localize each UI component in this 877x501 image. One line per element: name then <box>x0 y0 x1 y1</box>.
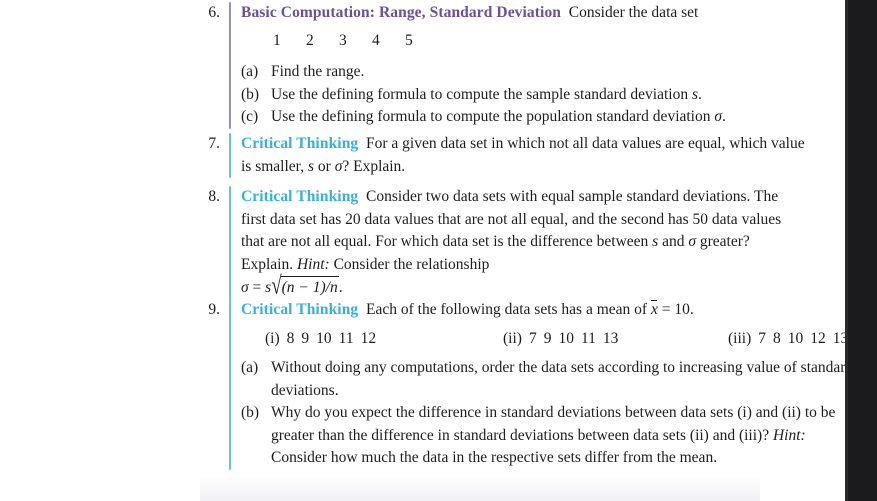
exercise-9-part-b: (b) Why do you expect the difference in s… <box>241 402 855 470</box>
exercise-6-parts: (a) Find the range. (b) Use the defining f… <box>241 61 796 129</box>
exercise-9-lead-label: Critical Thinking <box>241 301 359 318</box>
exercise-8-lead-label: Critical Thinking <box>241 188 359 205</box>
exercise-8-text: Critical Thinking Consider two data sets… <box>241 186 796 276</box>
exercise-7-lead-label: Critical Thinking <box>241 135 359 152</box>
part-marker: (b) <box>241 85 260 103</box>
scanned-textbook-page: 6. Basic Computation: Range, Standard De… <box>0 0 877 501</box>
exercise-9-body: Critical Thinking Each of the following … <box>241 299 855 470</box>
part-text: Find the range. <box>271 63 365 80</box>
exercise-9-body-1: Each of the following data sets has a me… <box>366 301 651 318</box>
dataset-value: 11 <box>580 329 596 347</box>
exercise-9-parts: (a) Without doing any computations, order… <box>241 357 855 470</box>
dataset-value: 10 <box>316 329 332 347</box>
dataset-value: 13 <box>602 329 619 347</box>
exercise-8-number: 8. <box>208 188 220 205</box>
exercise-8: 8. Critical Thinking Consider two data s… <box>196 186 796 300</box>
dataset-value: 9 <box>301 329 310 347</box>
exercise-6-part-c: (c) Use the defining formula to compute t… <box>241 106 796 129</box>
exercise-6-number: 6. <box>208 4 220 21</box>
exercise-9-part-a: (a) Without doing any computations, order… <box>241 357 855 402</box>
part-marker: (c) <box>241 108 259 125</box>
exercise-6-headline: Basic Computation: Range, Standard Devia… <box>241 2 796 25</box>
exercise-7-body: Critical Thinking For a given data set i… <box>241 133 806 178</box>
exercise-8-body-2: and <box>658 233 689 250</box>
square-root-expression: √(n − 1)/n <box>271 271 339 300</box>
exercise-7-text: Critical Thinking For a given data set i… <box>241 133 806 178</box>
symbol-sigma: σ <box>688 233 697 250</box>
part-text-tail: . <box>722 108 726 125</box>
exercise-7-body-3: ? Explain. <box>342 157 406 175</box>
part-text: Use the defining formula to compute the … <box>271 108 715 125</box>
exercise-9: 9. Critical Thinking Each of the followi… <box>196 299 853 470</box>
dataset-value: 7 <box>758 329 766 347</box>
formula-period: . <box>338 279 343 296</box>
exercise-6-dataset: 1 2 3 4 5 <box>241 30 796 53</box>
exercise-9-body-2: = 10. <box>657 301 694 318</box>
hint-label: Hint: <box>772 426 806 444</box>
part-text-tail: Consider how much the data in the respec… <box>271 449 718 466</box>
dataset-value: 7 <box>528 329 537 347</box>
exercise-9-datasets: (i) 8 9 10 11 12 (ii) 7 9 10 11 13 (iii) 7 8 10 12 13 <box>241 328 855 351</box>
dataset-value: 11 <box>338 329 354 347</box>
exercise-9-headline: Critical Thinking Each of the following … <box>241 299 855 322</box>
dataset-value: 9 <box>543 329 552 347</box>
exercise-6-rule <box>229 2 231 129</box>
dataset-value: 10 <box>558 329 574 347</box>
exercise-column: 6. Basic Computation: Range, Standard De… <box>0 0 853 501</box>
dataset-label: (i) <box>265 329 280 347</box>
exercise-6-intro: Consider the data set <box>568 4 699 21</box>
dataset-value: 8 <box>773 329 781 347</box>
dataset-iii: (iii) 7 8 10 12 13 <box>728 328 855 351</box>
dataset-i: (i) 8 9 10 11 12 <box>265 328 503 351</box>
exercise-6: 6. Basic Computation: Range, Standard De… <box>196 2 796 129</box>
dataset-value: 2 <box>306 31 314 49</box>
exercise-9-rule <box>229 299 231 470</box>
exercise-6-lead-label: Basic Computation: Range, Standard Devia… <box>241 4 562 21</box>
dataset-value: 5 <box>405 31 413 49</box>
exercise-8-rule <box>229 186 231 300</box>
dataset-label: (ii) <box>503 329 522 347</box>
dataset-value: 10 <box>787 329 804 347</box>
part-text: Use the defining formula to compute the … <box>271 85 692 103</box>
part-text: Without doing any computations, order th… <box>271 359 854 399</box>
dataset-value: 8 <box>286 329 295 347</box>
exercise-6-part-b: (b) Use the defining formula to compute t… <box>241 84 796 107</box>
part-text-tail: . <box>698 85 702 103</box>
exercise-8-body: Critical Thinking Consider two data sets… <box>241 186 796 300</box>
dataset-value: 3 <box>339 31 347 49</box>
formula-radicand: (n − 1)/n <box>280 276 339 300</box>
exercise-6-part-a: (a) Find the range. <box>241 61 796 84</box>
part-marker: (a) <box>241 63 259 80</box>
exercise-7: 7. Critical Thinking For a given data se… <box>196 133 806 178</box>
exercise-7-rule <box>229 133 231 178</box>
formula-equals: = <box>252 279 262 296</box>
dataset-label: (iii) <box>728 329 752 347</box>
exercise-9-number: 9. <box>208 301 220 318</box>
sample-mean-symbol: x <box>650 299 658 322</box>
part-text: Why do you expect the difference in stan… <box>271 404 836 444</box>
radical-sign-icon: √ <box>271 271 282 300</box>
exercise-7-body-2: or <box>314 157 335 175</box>
exercise-7-number: 7. <box>208 135 220 152</box>
dataset-value: 1 <box>273 31 281 49</box>
scan-dark-gutter <box>848 0 877 501</box>
dataset-value: 12 <box>360 329 377 347</box>
dataset-value: 4 <box>372 31 380 49</box>
part-marker: (b) <box>241 404 260 421</box>
dataset-ii: (ii) 7 9 10 11 13 <box>503 328 728 351</box>
hint-label: Hint: <box>296 255 330 273</box>
exercise-6-body: Basic Computation: Range, Standard Devia… <box>241 2 796 129</box>
dataset-value: 12 <box>810 329 826 347</box>
symbol-sigma: σ <box>714 108 723 125</box>
exercise-8-body-4: Consider the relationship <box>329 255 490 273</box>
formula-lhs: σ <box>241 279 249 296</box>
exercise-8-formula: σ = s√(n − 1)/n. <box>241 271 796 300</box>
part-marker: (a) <box>241 359 259 376</box>
